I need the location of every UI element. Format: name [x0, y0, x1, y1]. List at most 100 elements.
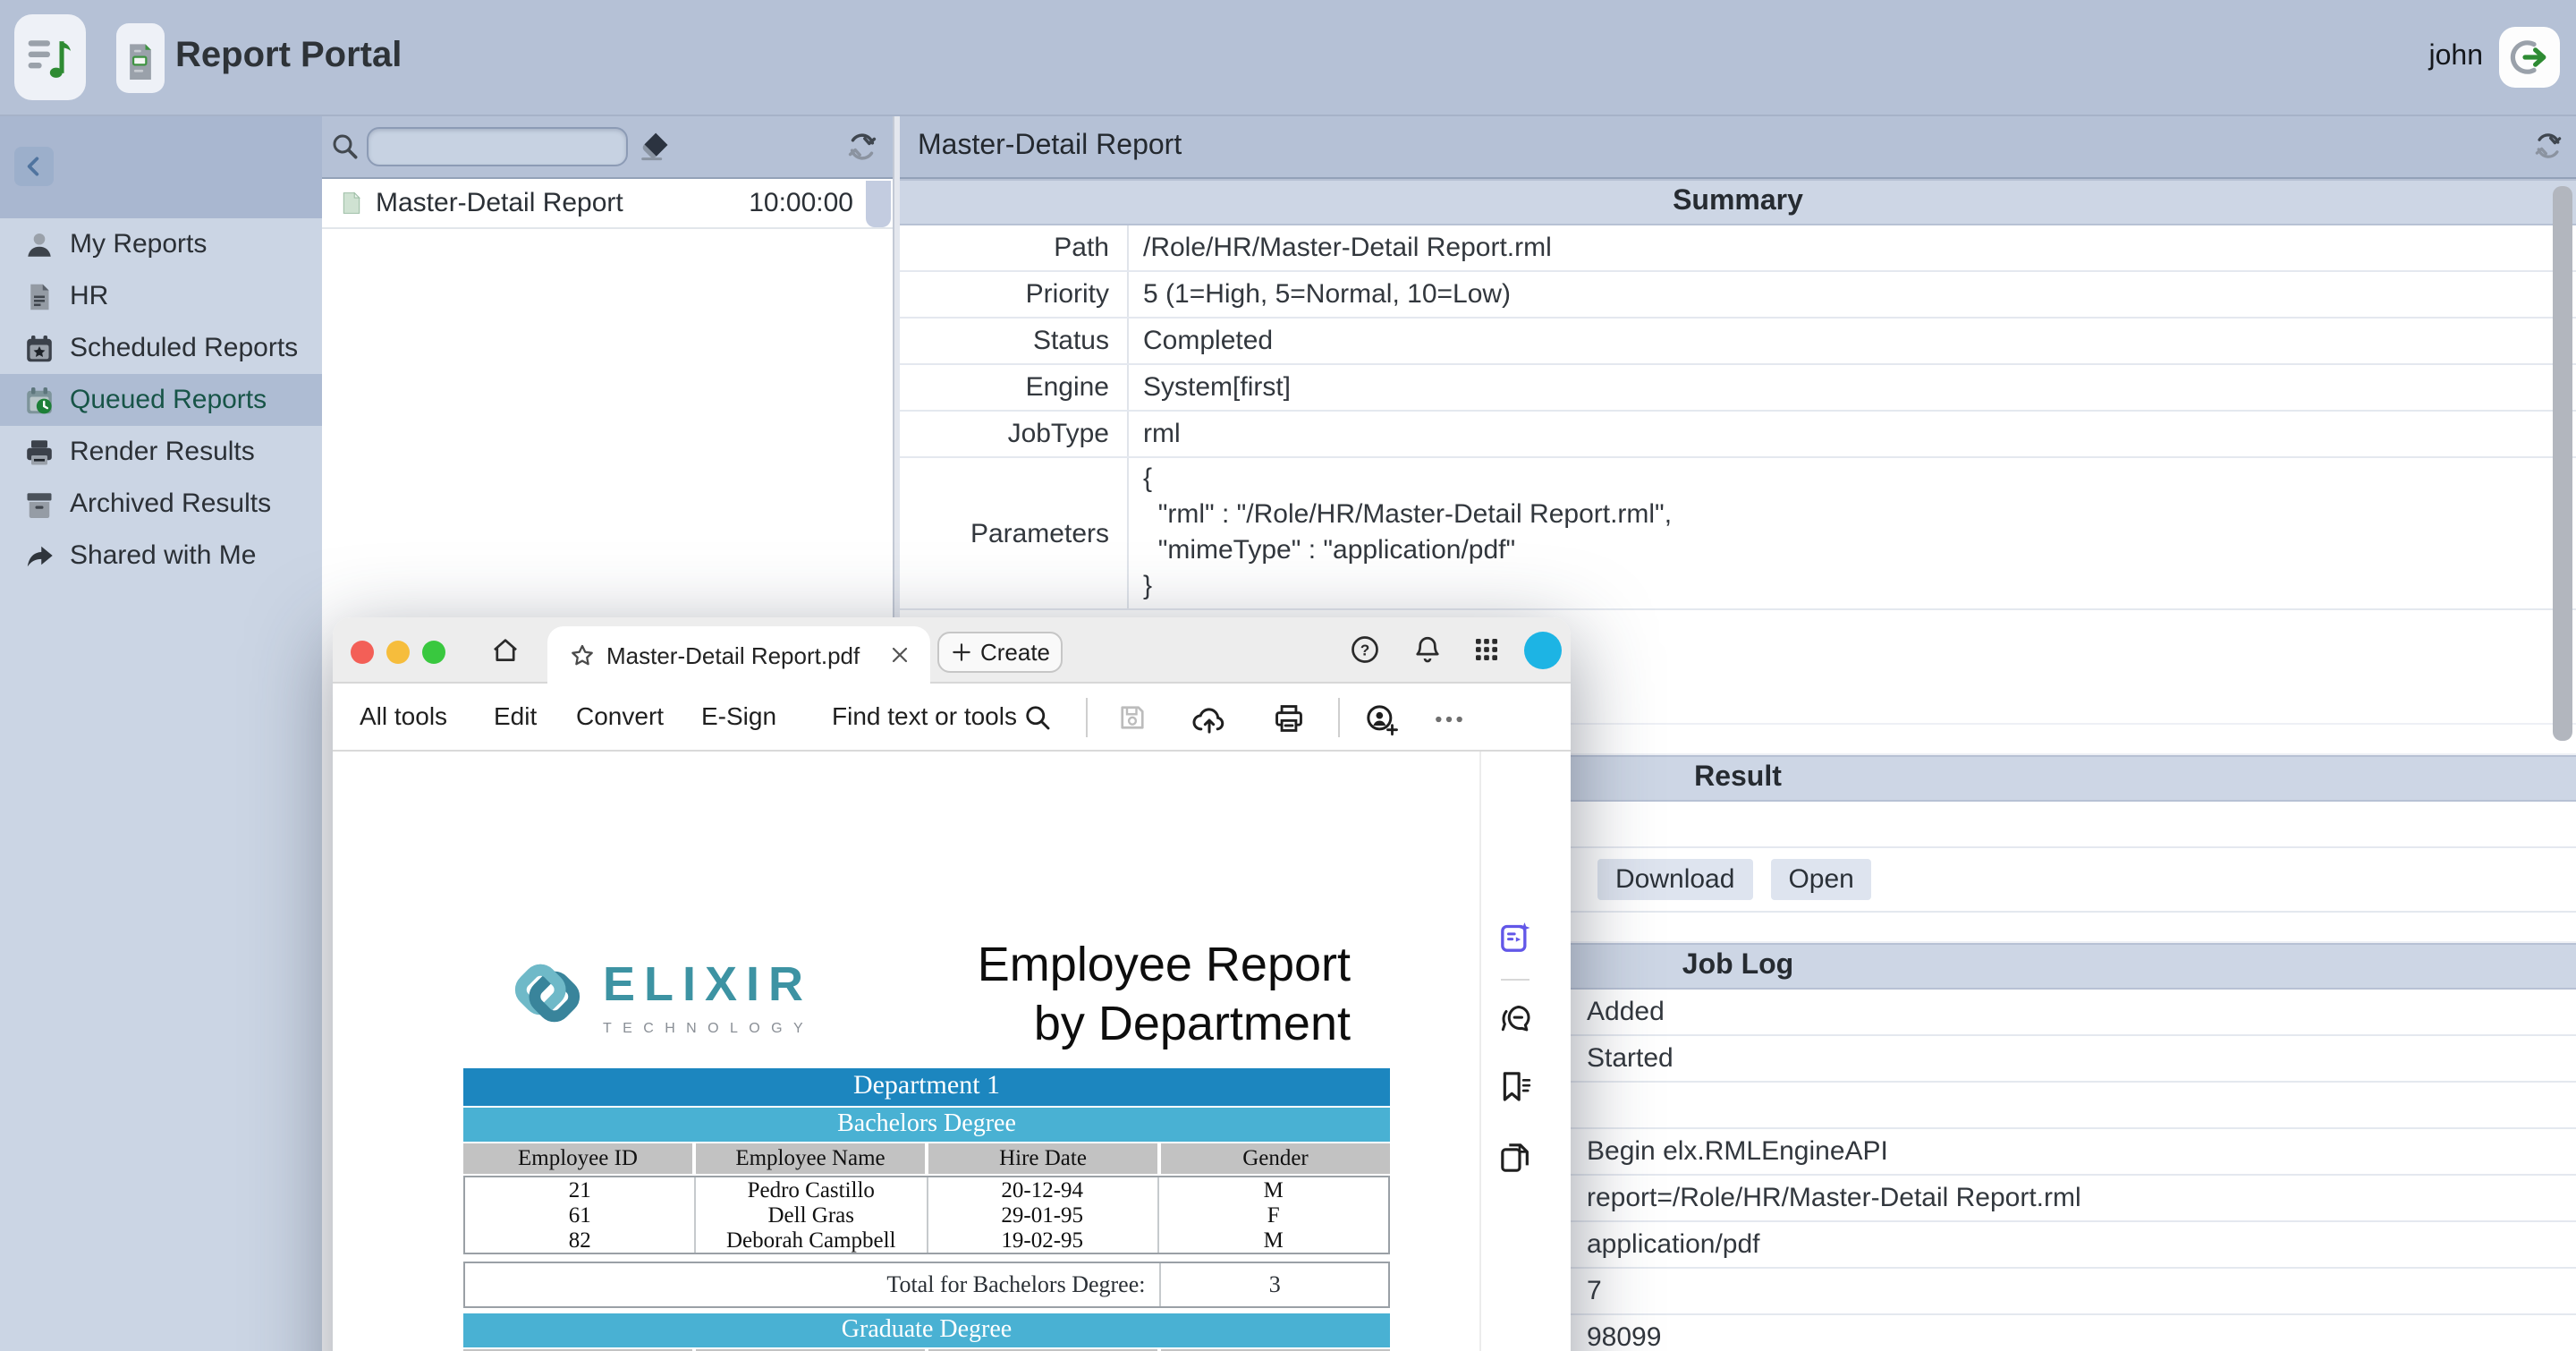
- column-header: Employee Name: [696, 1143, 925, 1174]
- find-text-label[interactable]: Find text or tools: [832, 684, 1017, 752]
- summary-row-priority: Priority 5 (1=High, 5=Normal, 10=Low): [900, 272, 2576, 319]
- notifications-bell-icon[interactable]: [1411, 633, 1444, 666]
- summary-label: JobType: [900, 412, 1129, 456]
- download-button[interactable]: Download: [1597, 859, 1752, 900]
- menu-all-tools[interactable]: All tools: [360, 684, 447, 752]
- summary-label: Status: [900, 319, 1129, 363]
- help-icon[interactable]: ?: [1349, 633, 1381, 666]
- table-cell: Pedro Castillo: [697, 1177, 928, 1202]
- pdf-toolbar: All tools Edit Convert E-Sign Find text …: [333, 684, 1571, 752]
- logout-button[interactable]: [2499, 27, 2560, 88]
- sidebar-item-my-reports[interactable]: My Reports: [0, 218, 322, 270]
- document-icon: [23, 280, 55, 312]
- clear-search-icon[interactable]: [637, 129, 673, 165]
- open-button[interactable]: Open: [1770, 859, 1871, 900]
- table-cell: F: [1159, 1202, 1389, 1228]
- summary-value: System[first]: [1129, 372, 1291, 403]
- sidebar-item-queued-reports[interactable]: Queued Reports: [0, 374, 322, 426]
- table-row: 61Dell Gras29-01-95F: [465, 1202, 1388, 1228]
- user-icon: [23, 228, 55, 260]
- detail-scrollbar-thumb[interactable]: [2553, 186, 2572, 741]
- table-body: 21Pedro Castillo20-12-94M61Dell Gras29-0…: [463, 1176, 1390, 1254]
- upload-cloud-icon[interactable]: [1191, 701, 1224, 734]
- rail-separator: [1501, 979, 1530, 981]
- sidebar-item-label: Archived Results: [70, 489, 271, 519]
- sidebar-item-label: Shared with Me: [70, 540, 256, 571]
- pdf-tab[interactable]: Master-Detail Report.pdf: [547, 626, 930, 684]
- ai-assistant-icon[interactable]: [1497, 920, 1533, 956]
- sidebar-item-shared-with-me[interactable]: Shared with Me: [0, 530, 322, 582]
- report-list-row[interactable]: Master-Detail Report 10:00:00: [322, 179, 893, 229]
- close-window-button[interactable]: [351, 640, 374, 663]
- detail-title: Master-Detail Report: [900, 116, 2576, 179]
- column-header: Employee ID: [463, 1143, 692, 1174]
- copy-pages-icon[interactable]: [1497, 1140, 1533, 1176]
- sidebar-item-hr[interactable]: HR: [0, 270, 322, 322]
- degree-band-bachelors-degree: Bachelors Degree: [463, 1108, 1390, 1142]
- menu-esign[interactable]: E-Sign: [701, 684, 776, 752]
- table-cell: 29-01-95: [928, 1202, 1159, 1228]
- sidebar-item-archived-results[interactable]: Archived Results: [0, 478, 322, 530]
- minimize-window-button[interactable]: [386, 640, 410, 663]
- summary-heading: Summary: [900, 179, 2576, 225]
- pdf-viewer-window: Master-Detail Report.pdf Create ? All to…: [333, 617, 1571, 1351]
- print-icon[interactable]: [1272, 701, 1304, 734]
- summary-value: Completed: [1129, 326, 1273, 356]
- degree-band-graduate-degree: Graduate Degree: [463, 1313, 1390, 1347]
- comments-icon[interactable]: [1497, 1000, 1533, 1036]
- total-row: Total for Bachelors Degree: 3: [463, 1262, 1390, 1308]
- list-scrollbar-thumb[interactable]: [866, 181, 891, 227]
- table-cell: 20-12-94: [928, 1177, 1159, 1202]
- summary-label: Parameters: [900, 458, 1129, 608]
- bookmarks-icon[interactable]: [1497, 1068, 1533, 1104]
- summary-label: Path: [900, 225, 1129, 270]
- detail-refresh-icon[interactable]: [2533, 131, 2563, 161]
- maximize-window-button[interactable]: [422, 640, 445, 663]
- sidebar-nav: My Reports HR Scheduled Reports Queued R…: [0, 218, 322, 582]
- menu-edit[interactable]: Edit: [494, 684, 537, 752]
- report-portal-icon: [116, 23, 165, 93]
- total-value: 3: [1162, 1263, 1389, 1306]
- save-icon: [1116, 701, 1148, 734]
- create-button[interactable]: Create: [937, 632, 1063, 673]
- table-cell: M: [1159, 1228, 1389, 1253]
- table-row: 82Deborah Campbell19-02-95M: [465, 1228, 1388, 1253]
- employee-table: Department 1Bachelors DegreeEmployee IDE…: [463, 1068, 1390, 1351]
- close-tab-icon[interactable]: [887, 642, 912, 667]
- sidebar-item-label: HR: [70, 281, 108, 311]
- summary-value: rml: [1129, 419, 1181, 449]
- find-search-icon[interactable]: [1021, 701, 1054, 734]
- share-person-icon[interactable]: [1363, 701, 1395, 734]
- svg-text:?: ?: [1360, 641, 1370, 659]
- avatar[interactable]: [1524, 632, 1562, 669]
- sidebar-top: [0, 116, 322, 218]
- app-logo[interactable]: [14, 14, 86, 100]
- summary-row-jobtype: JobType rml: [900, 412, 2576, 458]
- summary-row-parameters: Parameters { "rml" : "/Role/HR/Master-De…: [900, 458, 2576, 610]
- elixir-logo: ELIXIR TECHNOLOGY: [508, 952, 814, 1036]
- chevron-left-icon: [20, 152, 48, 181]
- summary-label: Priority: [900, 272, 1129, 317]
- sidebar-item-label: Render Results: [70, 437, 255, 467]
- pdf-title-bar: Master-Detail Report.pdf Create ?: [333, 617, 1571, 684]
- list-refresh-icon[interactable]: [846, 131, 878, 163]
- more-options-icon[interactable]: [1431, 701, 1463, 734]
- home-icon[interactable]: [490, 635, 521, 666]
- toolbar-divider: [1086, 698, 1088, 737]
- star-icon[interactable]: [569, 642, 596, 668]
- list-toolbar: [322, 116, 893, 179]
- sidebar-item-scheduled-reports[interactable]: Scheduled Reports: [0, 322, 322, 374]
- table-row: 21Pedro Castillo20-12-94M: [465, 1177, 1388, 1202]
- toolbar-divider: [1338, 698, 1340, 737]
- menu-convert[interactable]: Convert: [576, 684, 664, 752]
- page-title: Report Portal: [175, 0, 402, 116]
- table-cell: 21: [465, 1177, 697, 1202]
- search-input[interactable]: [367, 127, 628, 166]
- sidebar-item-render-results[interactable]: Render Results: [0, 426, 322, 478]
- calendar-clock-icon: [23, 384, 55, 416]
- department-band: Department 1: [463, 1068, 1390, 1106]
- document-title: Employee Report by Department: [978, 936, 1351, 1054]
- collapse-sidebar-button[interactable]: [14, 147, 54, 186]
- total-label: Total for Bachelors Degree:: [465, 1263, 1162, 1306]
- apps-grid-icon[interactable]: [1470, 633, 1503, 666]
